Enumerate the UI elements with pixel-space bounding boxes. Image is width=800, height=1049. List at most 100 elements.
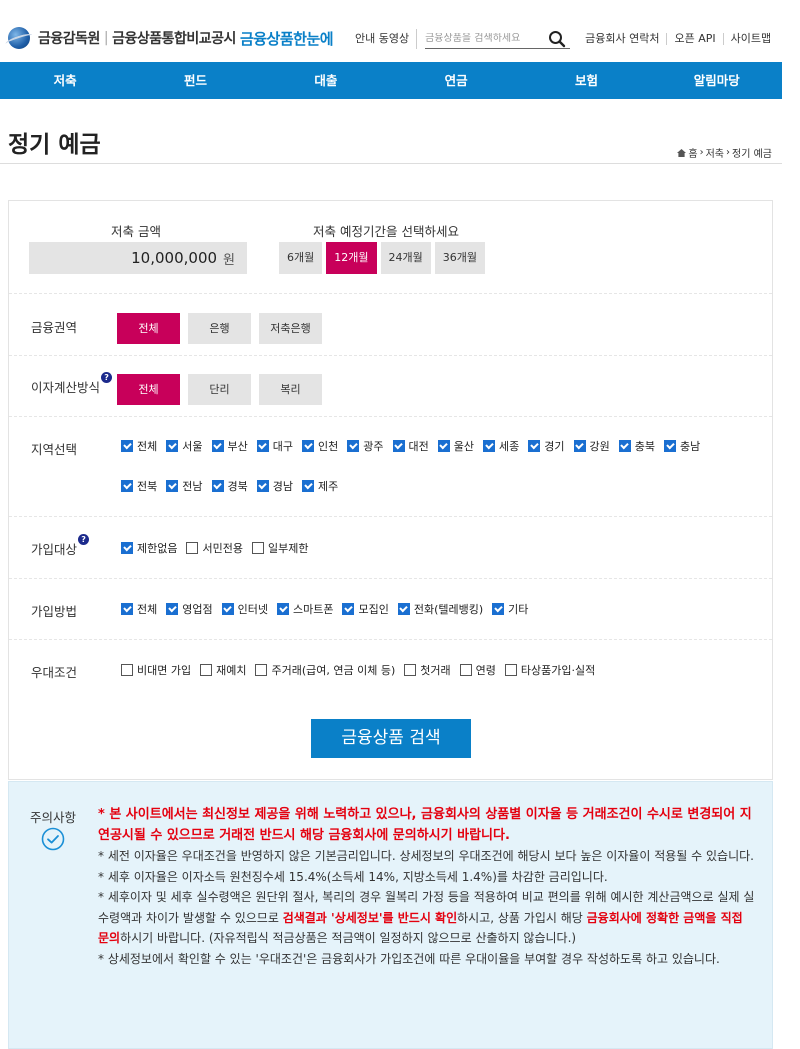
region-daegu-checkbox[interactable]: 대구 [256,438,293,454]
region-daejeon-checkbox[interactable]: 대전 [392,438,429,454]
method-phone-checkbox[interactable]: 전화(텔레뱅킹) [397,601,483,617]
sector-savings-bank-button[interactable]: 저축은행 [259,313,322,344]
chevron-right-icon: › [699,147,704,158]
link-sitemap[interactable]: 사이트맵 [722,33,778,45]
target-partial-checkbox[interactable]: 일부제한 [251,540,308,556]
method-branch-checkbox[interactable]: 영업점 [166,601,213,617]
sector-label: 금융권역 [31,320,78,335]
sector-bank-button[interactable]: 은행 [188,313,251,344]
product-search-button[interactable]: 금융상품 검색 [311,719,471,758]
globe-logo-icon [8,27,30,49]
target-unrestricted-checkbox[interactable]: 제한없음 [121,540,177,556]
region-jeonbuk-checkbox[interactable]: 전북 [121,478,157,494]
breadcrumb: 홈 › 저축 › 정기 예금 [677,145,772,160]
help-icon[interactable]: ? [101,372,113,383]
notice-p3: * 세후이자 및 세후 실수령액은 원단위 절사, 복리의 경우 월복리 가정 … [98,890,755,945]
search-icon[interactable] [547,29,567,49]
site-logo[interactable]: 금융감독원 | 금융상품통합비교공시 금융상품한눈에 [8,27,334,49]
page-title: 정기 예금 [8,132,101,158]
nav-funds[interactable]: 펀드 [130,62,260,99]
divider [9,516,772,517]
period-selector: 6개월 12개월 24개월 36개월 [279,242,485,274]
notice-p4: * 상세정보에서 확인할 수 있는 '우대조건'은 금융회사가 가입조건에 따른… [98,951,720,966]
region-jeju-checkbox[interactable]: 제주 [302,478,338,494]
method-options: 전체 영업점 인터넷 스마트폰 모집인 전화(텔레뱅킹) 기타 [121,601,537,617]
region-all-checkbox[interactable]: 전체 [121,438,157,454]
region-jeonnam-checkbox[interactable]: 전남 [166,478,203,494]
nav-notice[interactable]: 알림마당 [652,62,782,99]
notice-p2: * 세후 이자율은 이자소득 원천징수세 15.4%(소득세 14%, 지방소득… [98,869,608,884]
help-icon[interactable]: ? [78,534,90,545]
region-seoul-checkbox[interactable]: 서울 [166,438,203,454]
chevron-right-icon: › [726,147,731,158]
search-box [425,29,571,49]
region-gyeongnam-checkbox[interactable]: 경남 [256,478,293,494]
search-area [416,29,578,49]
period-12m-button[interactable]: 12개월 [326,242,377,274]
nav-pension[interactable]: 연금 [391,62,521,99]
logo-org2: 금융상품통합비교공시 [112,31,236,47]
nav-loans[interactable]: 대출 [261,62,391,99]
interest-simple-button[interactable]: 단리 [188,374,251,405]
breadcrumb-home[interactable]: 홈 [688,145,697,160]
breadcrumb-current: 정기 예금 [732,149,772,160]
top-header: 금융감독원 | 금융상품통합비교공시 금융상품한눈에 안내 동영상 금융회사 연… [0,0,800,62]
period-6m-button[interactable]: 6개월 [279,242,323,274]
region-sejong-checkbox[interactable]: 세종 [483,438,519,454]
region-gangwon-checkbox[interactable]: 강원 [573,438,610,454]
amount-value: 10,000,000 [131,249,218,267]
notice-p1: * 세전 이자율은 우대조건을 반영하지 않은 기본금리입니다. 상세정보의 우… [98,849,754,863]
notice-box: 주의사항 * 본 사이트에서는 최신정보 제공을 위해 노력하고 있으나, 금융… [8,781,773,1049]
method-all-checkbox[interactable]: 전체 [121,601,157,617]
notice-text: * 본 사이트에서는 최신정보 제공을 위해 노력하고 있으나, 금융회사의 상… [98,805,756,969]
period-24m-button[interactable]: 24개월 [380,242,431,274]
search-input[interactable] [425,33,548,44]
region-busan-checkbox[interactable]: 부산 [211,438,248,454]
amount-label: 저축 금액 [111,224,161,239]
method-smartphone-checkbox[interactable]: 스마트폰 [277,601,333,617]
divider [9,639,772,640]
region-gyeonggi-checkbox[interactable]: 경기 [528,438,565,454]
pref-age-checkbox[interactable]: 연령 [459,662,496,678]
nav-savings[interactable]: 저축 [0,62,130,99]
sector-all-button[interactable]: 전체 [117,313,180,344]
search-panel: 저축 금액 저축 예정기간을 선택하세요 10,000,000 원 6개월 12… [8,200,773,780]
target-low-income-checkbox[interactable]: 서민전용 [186,540,243,556]
interest-compound-button[interactable]: 복리 [259,374,322,405]
top-links: 안내 동영상 금융회사 연락처 오픈 API 사이트맵 [348,29,778,49]
amount-input[interactable]: 10,000,000 원 [29,242,247,274]
pref-other-product-checkbox[interactable]: 타상품가입·실적 [504,662,595,678]
region-incheon-checkbox[interactable]: 인천 [302,438,338,454]
region-chungnam-checkbox[interactable]: 충남 [664,438,700,454]
link-video[interactable]: 안내 동영상 [348,33,416,45]
divider [9,578,772,579]
method-other-checkbox[interactable]: 기타 [492,601,528,617]
region-ulsan-checkbox[interactable]: 울산 [437,438,474,454]
main-nav: 저축 펀드 대출 연금 보험 알림마당 [0,62,782,99]
pref-redeposit-checkbox[interactable]: 재예치 [200,662,246,678]
target-options: 제한없음 서민전용 일부제한 [121,540,317,556]
sector-options: 전체 은행 저축은행 [117,313,322,344]
nav-insurance[interactable]: 보험 [521,62,651,99]
period-36m-button[interactable]: 36개월 [434,242,485,274]
region-gwangju-checkbox[interactable]: 광주 [347,438,384,454]
link-open-api[interactable]: 오픈 API [666,33,722,45]
interest-all-button[interactable]: 전체 [117,374,180,405]
notice-lead: * 본 사이트에서는 최신정보 제공을 위해 노력하고 있으나, 금융회사의 상… [98,807,752,843]
notice-label: 주의사항 [30,810,77,825]
pref-first-deal-checkbox[interactable]: 첫거래 [404,662,451,678]
home-icon [677,148,687,157]
logo-brand: 금융상품한눈에 [239,29,334,48]
region-gyeongbuk-checkbox[interactable]: 경북 [211,478,248,494]
method-internet-checkbox[interactable]: 인터넷 [221,601,268,617]
breadcrumb-savings[interactable]: 저축 [706,145,724,160]
method-label: 가입방법 [31,604,78,619]
pref-main-bank-checkbox[interactable]: 주거래(급여, 연금 이체 등) [255,662,395,678]
region-row-2: 전북 전남 경북 경남 제주 [121,478,347,494]
pref-options: 비대면 가입 재예치 주거래(급여, 연금 이체 등) 첫거래 연령 타상품가입… [121,662,604,678]
method-agent-checkbox[interactable]: 모집인 [342,601,389,617]
region-chungbuk-checkbox[interactable]: 충북 [618,438,655,454]
pref-non-face-checkbox[interactable]: 비대면 가입 [121,662,191,678]
logo-org1: 금융감독원 [38,31,100,47]
link-contacts[interactable]: 금융회사 연락처 [578,33,666,45]
